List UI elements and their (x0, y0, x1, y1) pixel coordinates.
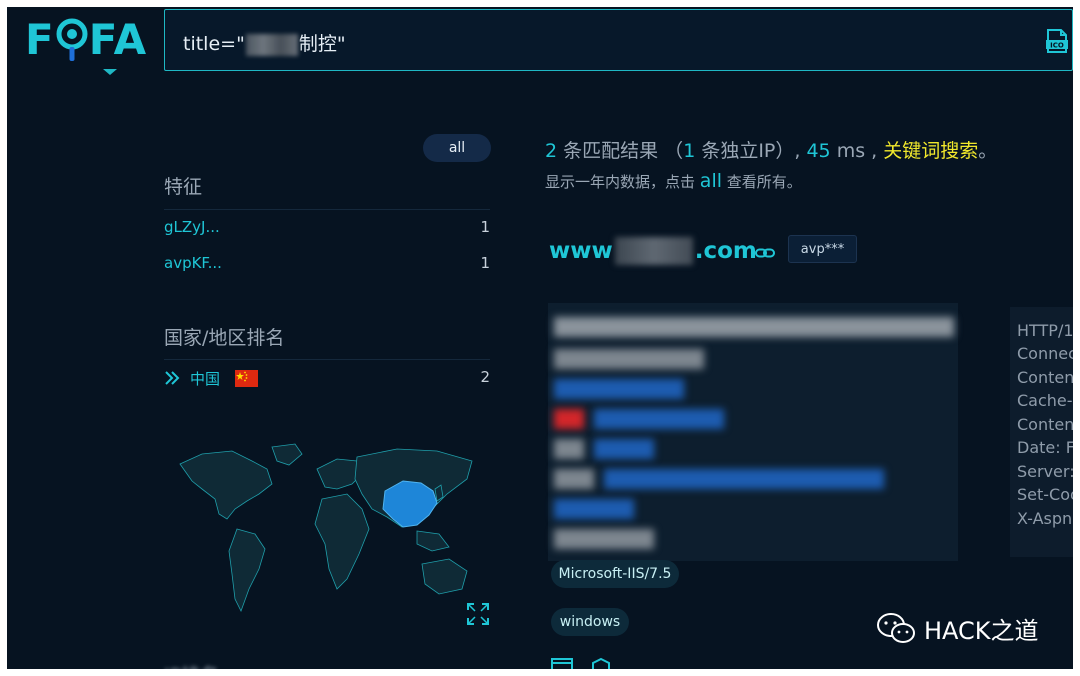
double-chevron-right-icon (165, 371, 180, 385)
header-line: Cache- (1017, 391, 1073, 410)
host-suffix: .com (694, 238, 757, 264)
redacted-line (594, 409, 724, 429)
header-line: Conten (1017, 415, 1073, 434)
all-filter-button[interactable]: all (423, 134, 491, 162)
map-africa (314, 493, 370, 590)
map-north-america (179, 450, 273, 520)
redacted-line (554, 529, 654, 549)
match-count-text: 条匹配结果 （ (557, 140, 684, 162)
feature-label[interactable]: gLZyJ... (164, 218, 220, 236)
search-query-prefix: title=" (183, 33, 245, 55)
feature-row[interactable]: avpKF... 1 (164, 254, 490, 278)
country-ranking-title: 国家/地区排名 (164, 327, 285, 349)
redacted-flag (554, 409, 584, 429)
china-flag-icon (235, 370, 258, 387)
logo-pin-icon (55, 11, 89, 67)
summary-end: 。 (978, 140, 998, 162)
wechat-watermark: HACK之道 (876, 611, 1039, 646)
features-title: 特征 (164, 176, 203, 198)
query-time-unit: ms , (830, 140, 878, 162)
redacted-mask (614, 237, 693, 265)
country-label[interactable]: 中国 (190, 368, 220, 389)
redacted-line (554, 439, 584, 459)
world-map[interactable] (177, 439, 477, 624)
logo-letters-fa: FA (88, 14, 148, 64)
divider (164, 359, 490, 360)
search-input[interactable]: title=" 制控" (183, 29, 346, 56)
ico-search-icon[interactable]: ICO (1044, 28, 1070, 54)
fullscreen-icon[interactable] (466, 602, 490, 626)
result-info-redacted (548, 303, 958, 561)
cube-icon (592, 657, 610, 669)
header-line: Connec (1017, 344, 1073, 363)
data-range-suffix: 查看所有。 (726, 173, 802, 191)
search-box[interactable]: title=" 制控" ICO (164, 9, 1073, 71)
divider (164, 209, 490, 210)
country-count: 2 (480, 368, 490, 386)
redacted-line (554, 469, 594, 489)
http-header-panel: HTTP/1 Connec Conten Cache- Conten Date:… (1010, 307, 1073, 557)
feature-label[interactable]: avpKF... (164, 254, 222, 272)
ip-ranking-title: IP排名 (164, 661, 219, 669)
header-line: HTTP/1 (1017, 321, 1073, 340)
result-action-icons[interactable] (551, 657, 621, 669)
fofa-logo[interactable]: F FA (25, 11, 147, 67)
data-range-prefix: 显示一年内数据，点击 (545, 173, 696, 191)
host-prefix: www (549, 238, 613, 264)
result-host-link[interactable]: www .com (549, 237, 757, 265)
redacted-line (604, 469, 884, 489)
feature-count: 1 (480, 254, 490, 272)
country-row[interactable]: 中国 2 (164, 368, 490, 392)
logo-letter-f: F (25, 14, 55, 64)
svg-text:ICO: ICO (1050, 42, 1064, 50)
query-time: 45 (806, 140, 831, 162)
link-icon[interactable] (755, 248, 775, 258)
search-query-suffix: 制控" (298, 33, 346, 55)
server-tag[interactable]: Microsoft-IIS/7.5 (551, 560, 679, 588)
os-tag[interactable]: windows (551, 608, 629, 636)
feature-row[interactable]: gLZyJ... 1 (164, 218, 490, 242)
redacted-line (554, 499, 634, 519)
search-caret (103, 69, 117, 75)
redacted-line (554, 349, 704, 369)
header-line: X-Aspn (1017, 509, 1073, 528)
ip-count-text: 条独立IP）, (695, 140, 801, 162)
cert-tag[interactable]: avp*** (788, 235, 857, 263)
header-line: Conten (1017, 368, 1073, 387)
redacted-line (554, 379, 684, 399)
watermark-text: HACK之道 (924, 617, 1039, 645)
map-southeast-asia (416, 530, 450, 552)
match-count: 2 (545, 140, 558, 162)
data-range-note: 显示一年内数据，点击 all 查看所有。 (545, 170, 802, 192)
redacted-mask (245, 33, 298, 56)
fofa-window: F FA title=" 制控" ICO all 特征 gLZyJ... 1 av… (7, 7, 1073, 669)
map-greenland (271, 443, 303, 466)
header-line: Date: F (1017, 438, 1073, 457)
ip-count: 1 (683, 140, 696, 162)
wechat-icon (877, 612, 915, 643)
redacted-line (554, 317, 954, 337)
header-line: Server: (1017, 462, 1073, 481)
redacted-line (594, 439, 654, 459)
keyword-search-link[interactable]: 关键词搜索 (883, 140, 978, 162)
map-australia (421, 558, 468, 595)
feature-count: 1 (480, 218, 490, 236)
map-south-america (228, 528, 266, 613)
header-line: Set-Coo (1017, 485, 1073, 504)
results-summary: 2 条匹配结果 （1 条独立IP）, 45 ms , 关键词搜索。 (545, 136, 997, 163)
show-all-link[interactable]: all (700, 170, 722, 192)
